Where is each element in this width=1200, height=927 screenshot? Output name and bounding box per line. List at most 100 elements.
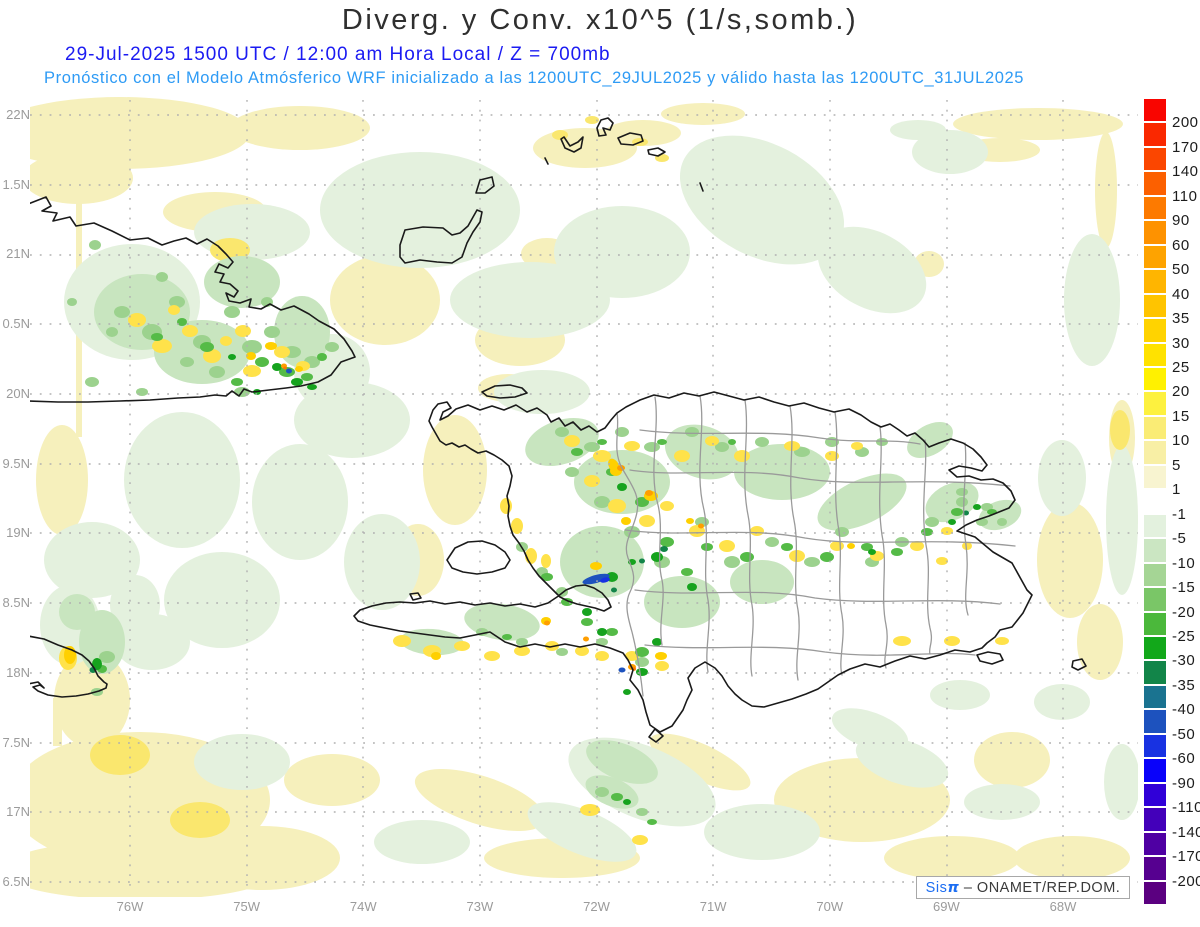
colorbar-cell [1144,99,1166,122]
colorbar-cell [1144,881,1166,904]
colorbar-tick-label: 110 [1172,187,1198,205]
colorbar-cell [1144,588,1166,611]
colorbar-tick-label: 40 [1172,285,1190,303]
attribution-pi-logo: π [947,879,960,896]
colorbar-cell [1144,832,1166,856]
colorbar-tick-label: -30 [1172,652,1196,670]
colorbar-cell [1144,416,1166,440]
lon-tick-label: 68W [1049,899,1077,914]
colorbar-cell [1144,612,1166,635]
colorbar-cell [1144,123,1166,146]
lat-tick-label: 17N [6,804,30,820]
colorbar-cell [1144,685,1166,709]
lat-tick-label: 8.5N [2,595,30,611]
colorbar-cell [1144,294,1166,318]
colorbar-cell [1144,147,1166,171]
colorbar-tick-label: -50 [1172,725,1196,743]
lon-tick-label: 72W [583,899,610,914]
colorbar-tick-label: 30 [1172,334,1190,352]
lon-tick-label: 73W [466,899,494,914]
colorbar-cell [1144,759,1166,782]
coast-gonave [446,540,511,575]
colorbar-tick-label: -1 [1172,505,1187,523]
colorbar-tick-label: -90 [1172,774,1196,792]
colorbar-cell [1144,343,1166,366]
colorbar-cell [1144,734,1166,758]
colorbar-tick-label: -140 [1172,823,1200,841]
lat-tick-label: 21N [6,246,30,262]
attribution-org: – ONAMET/REP.DOM. [959,879,1121,896]
colorbar-cell [1144,245,1166,269]
colorbar-cell [1144,441,1166,464]
colorbar-tick-label: -15 [1172,579,1196,597]
colorbar-tick-label: 50 [1172,261,1190,279]
lat-tick-label: 7.5N [2,734,30,750]
attribution-box: Sis π – ONAMET/REP.DOM. [916,876,1130,899]
lat-tick-label: 18N [6,664,30,680]
coast-cayemites [409,592,422,601]
lon-tick-label: 74W [349,899,377,914]
lat-tick-label: 0.5N [2,316,30,332]
colorbar [1144,99,1166,906]
colorbar-tick-label: 5 [1172,456,1181,474]
weather-map-page: Diverg. y Conv. x10^5 (1/s,somb.) 29-Jul… [0,0,1200,927]
colorbar-cell [1144,808,1166,831]
lat-tick-label: 19N [6,525,30,541]
colorbar-cell [1144,490,1166,513]
lat-tick-label: 22N [6,107,30,122]
colorbar-tick-label: -10 [1172,554,1196,572]
colorbar-cell [1144,221,1166,244]
colorbar-tick-label: -110 [1172,799,1200,817]
lon-tick-label: 71W [699,899,727,914]
colorbar-cell [1144,539,1166,562]
colorbar-cell [1144,563,1166,587]
colorbar-tick-label: -5 [1172,530,1187,548]
field-shading [30,97,1138,897]
colorbar-tick-label: 170 [1172,138,1199,156]
lat-tick-label: 6.5N [2,874,30,890]
coast-saona [976,651,1004,665]
colorbar-cell [1144,368,1166,391]
colorbar-tick-label: -200 [1172,872,1200,890]
colorbar-tick-label: -60 [1172,750,1196,768]
valid-time-subtitle: 29-Jul-2025 1500 UTC / 12:00 am Hora Loc… [65,44,611,65]
colorbar-cell [1144,270,1166,293]
page-title: Diverg. y Conv. x10^5 (1/s,somb.) [341,4,859,36]
lon-tick-label: 75W [233,899,260,914]
colorbar-tick-label: 90 [1172,212,1190,230]
colorbar-tick-label: -170 [1172,848,1200,866]
model-init-subtitle: Pronóstico con el Modelo Atmósferico WRF… [44,69,1025,87]
colorbar-cell [1144,857,1166,880]
colorbar-tick-label: 15 [1172,407,1190,425]
lat-tick-label: 9.5N [2,455,30,471]
map-canvas [30,97,1138,897]
colorbar-cell [1144,783,1166,807]
colorbar-tick-label: 10 [1172,432,1190,450]
lon-tick-label: 76W [116,899,144,914]
colorbar-tick-label: 35 [1172,310,1190,328]
lon-tick-label: 70W [816,899,844,914]
colorbar-cell [1144,514,1166,538]
colorbar-tick-label: 1 [1172,481,1181,499]
colorbar-tick-label: -40 [1172,701,1196,719]
colorbar-cell [1144,196,1166,220]
colorbar-tick-label: 25 [1172,359,1190,376]
colorbar-tick-label: -25 [1172,628,1196,645]
colorbar-cell [1144,392,1166,415]
colorbar-cell [1144,465,1166,489]
attribution-app: Sis [925,879,948,896]
colorbar-cell [1144,172,1166,195]
colorbar-tick-label: 20 [1172,383,1190,401]
colorbar-tick-label: -35 [1172,676,1196,694]
colorbar-tick-label: -20 [1172,603,1196,621]
lon-tick-label: 69W [933,899,960,914]
colorbar-cell [1144,710,1166,733]
colorbar-cell [1144,661,1166,684]
colorbar-tick-label: 200 [1172,114,1199,132]
lat-tick-label: 20N [6,385,30,401]
colorbar-cell [1144,319,1166,342]
colorbar-cell [1144,637,1166,660]
lat-tick-label: 1.5N [2,176,30,192]
colorbar-tick-label: 140 [1172,163,1199,181]
colorbar-tick-label: 60 [1172,236,1190,254]
